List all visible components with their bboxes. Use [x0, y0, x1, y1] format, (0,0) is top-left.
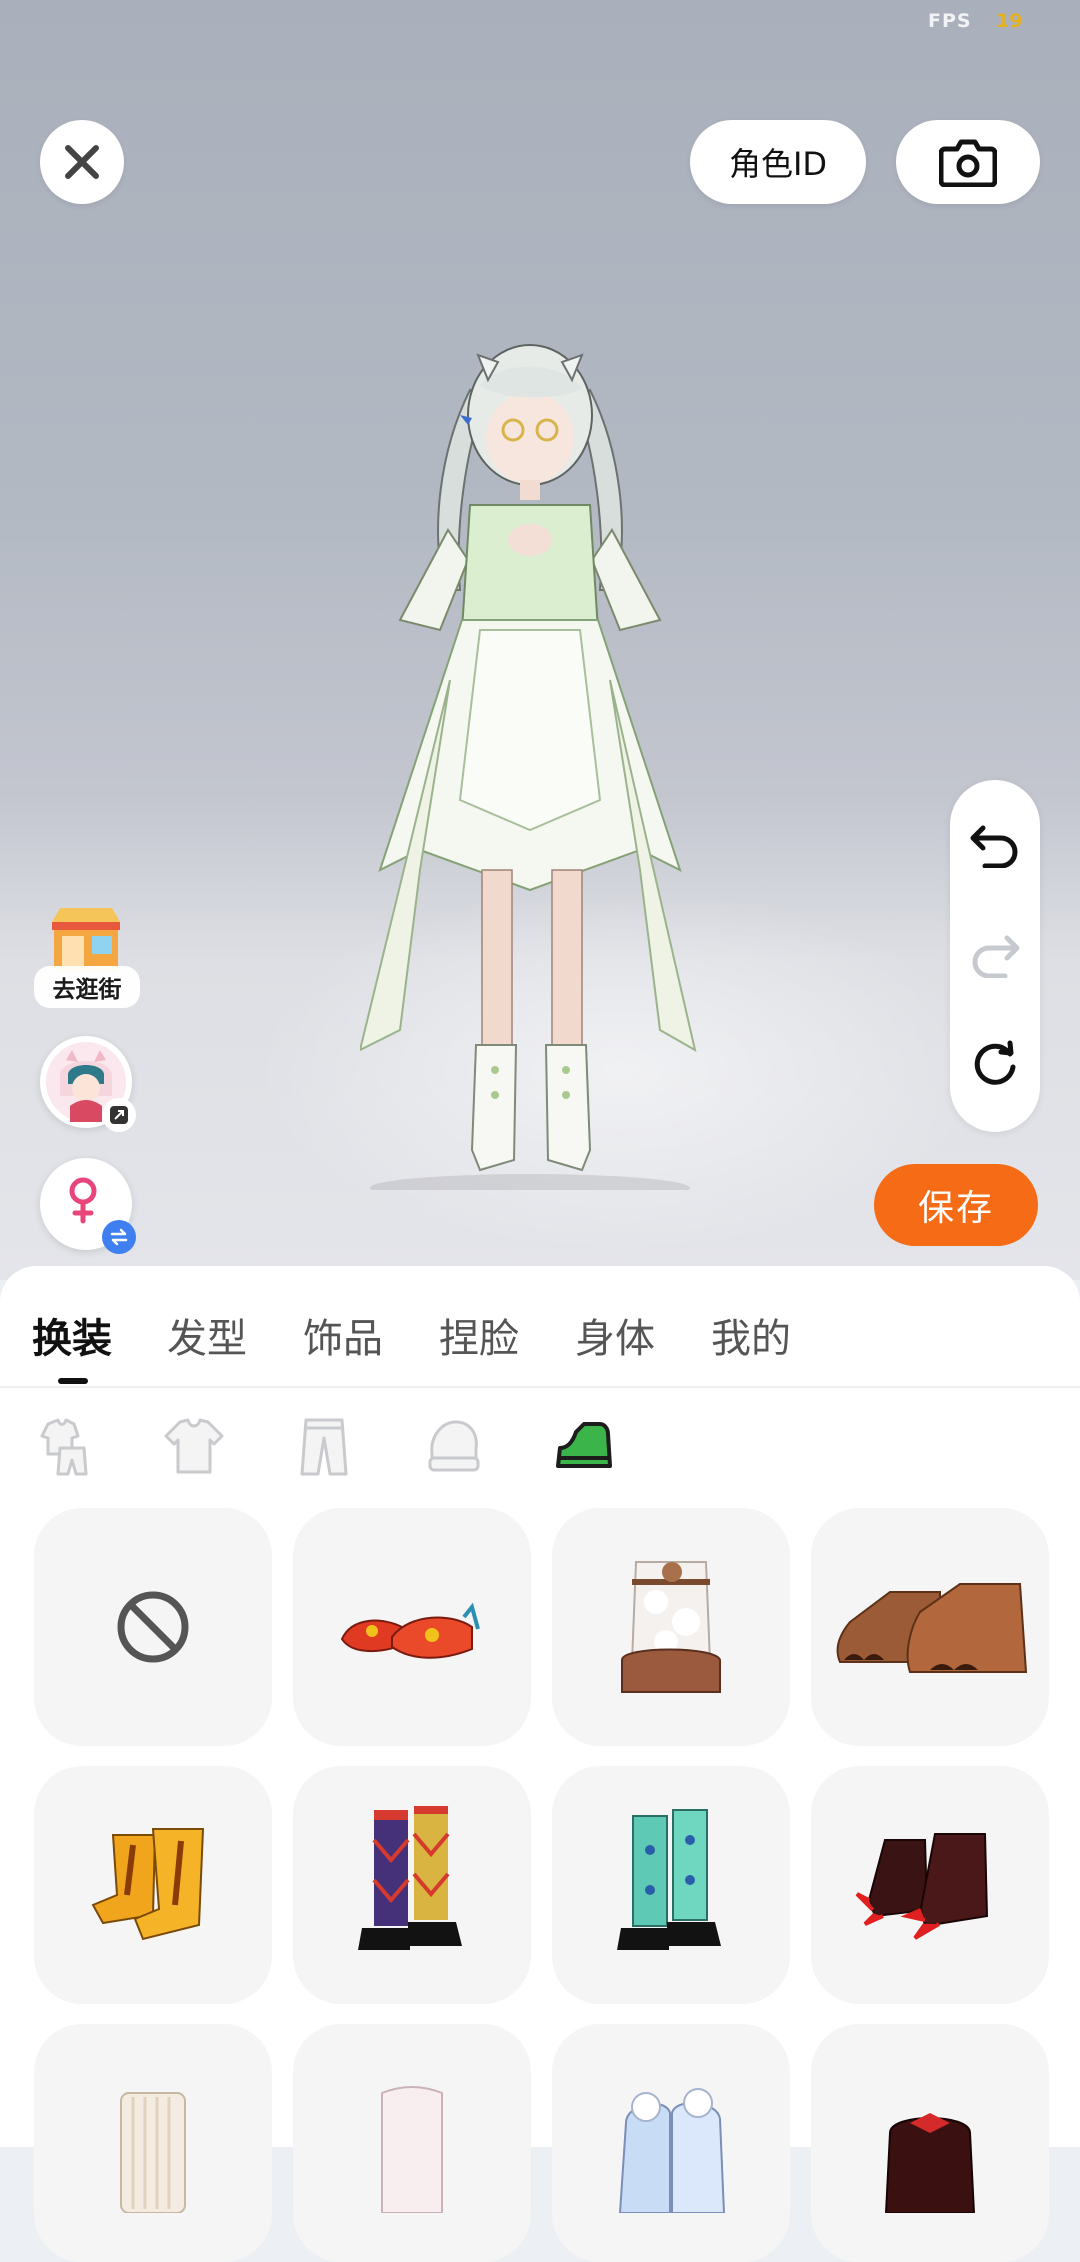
top-icon[interactable]: [162, 1414, 226, 1478]
item-cream-knit-socks[interactable]: [34, 2024, 272, 2262]
item-iridescent-boots[interactable]: [552, 2024, 790, 2262]
camera-button[interactable]: [896, 120, 1040, 204]
black-red-shoes-icon: [884, 2113, 976, 2213]
character-model[interactable]: [360, 330, 700, 1190]
close-button[interactable]: [40, 120, 124, 204]
close-icon: [65, 145, 99, 179]
white-boots-icon: [381, 2086, 443, 2213]
item-teal-socks-shoes[interactable]: [552, 1766, 790, 2004]
gender-switch-button[interactable]: [40, 1158, 136, 1254]
undo-button[interactable]: [950, 800, 1040, 890]
shoes-icon[interactable]: [552, 1414, 616, 1478]
fps-value: 19: [996, 10, 1023, 32]
brown-paw-shoes-icon: [836, 1583, 1028, 1673]
character-preview-scene[interactable]: FPS 19 角色ID 去逛街 保存: [0, 0, 1080, 1280]
active-tab-indicator: [58, 1378, 88, 1384]
item-argyle-socks-shoes[interactable]: [293, 1766, 531, 2004]
undo-icon: [970, 825, 1018, 868]
swap-badge: [102, 1220, 136, 1254]
tab-accessories[interactable]: 饰品: [303, 1306, 383, 1364]
item-brown-paw-shoes[interactable]: [811, 1508, 1049, 1746]
wardrobe-panel: 换装 发型 饰品 捏脸 身体 我的: [0, 1266, 1080, 2262]
redo-icon: [972, 935, 1020, 978]
role-id-button[interactable]: 角色ID: [690, 120, 866, 204]
expand-badge: [102, 1098, 136, 1132]
avatar-switch-button[interactable]: [40, 1036, 136, 1132]
divider: [0, 1386, 1080, 1388]
tab-face[interactable]: 捏脸: [439, 1306, 519, 1364]
fluffy-white-boots-icon: [621, 1561, 721, 1693]
item-none[interactable]: [34, 1508, 272, 1746]
expand-icon: [110, 1106, 128, 1124]
item-black-red-shoes[interactable]: [811, 2024, 1049, 2262]
cream-knit-socks-icon: [120, 2092, 186, 2213]
camera-icon: [939, 139, 997, 187]
swap-icon: [110, 1228, 128, 1246]
go-shopping-label: 去逛街: [34, 966, 140, 1008]
tab-body[interactable]: 身体: [575, 1306, 655, 1364]
pants-icon[interactable]: [292, 1414, 356, 1478]
outfit-set-icon[interactable]: [34, 1414, 98, 1478]
item-yellow-boots[interactable]: [34, 1766, 272, 2004]
iridescent-boots-icon: [618, 2088, 726, 2213]
item-fluffy-white-boots[interactable]: [552, 1508, 790, 1746]
yellow-boots-icon: [91, 1828, 205, 1941]
fps-label: FPS: [928, 10, 972, 32]
item-white-boots[interactable]: [293, 2024, 531, 2262]
red-claw-shoes-icon: [855, 1833, 989, 1940]
save-button[interactable]: 保存: [874, 1164, 1038, 1246]
red-flat-shoes-icon: [340, 1602, 480, 1659]
argyle-socks-shoes-icon: [358, 1806, 462, 1950]
tab-mine[interactable]: 我的: [711, 1306, 791, 1364]
redo-button[interactable]: [950, 910, 1040, 1000]
gloves-icon[interactable]: [422, 1414, 486, 1478]
tab-outfit[interactable]: 换装: [32, 1306, 112, 1364]
item-red-claw-shoes[interactable]: [811, 1766, 1049, 2004]
reset-icon: [974, 1040, 1016, 1085]
female-icon: [69, 1177, 97, 1224]
reset-button[interactable]: [950, 1020, 1040, 1110]
go-shopping-button[interactable]: 去逛街: [34, 900, 140, 1008]
item-red-flat-shoes[interactable]: [293, 1508, 531, 1746]
none-icon: [117, 1591, 189, 1663]
teal-socks-shoes-icon: [617, 1809, 721, 1950]
tab-hairstyle[interactable]: 发型: [167, 1306, 247, 1364]
history-controls: [950, 780, 1040, 1132]
category-tabs: 换装 发型 饰品 捏脸 身体 我的: [0, 1266, 1080, 1386]
